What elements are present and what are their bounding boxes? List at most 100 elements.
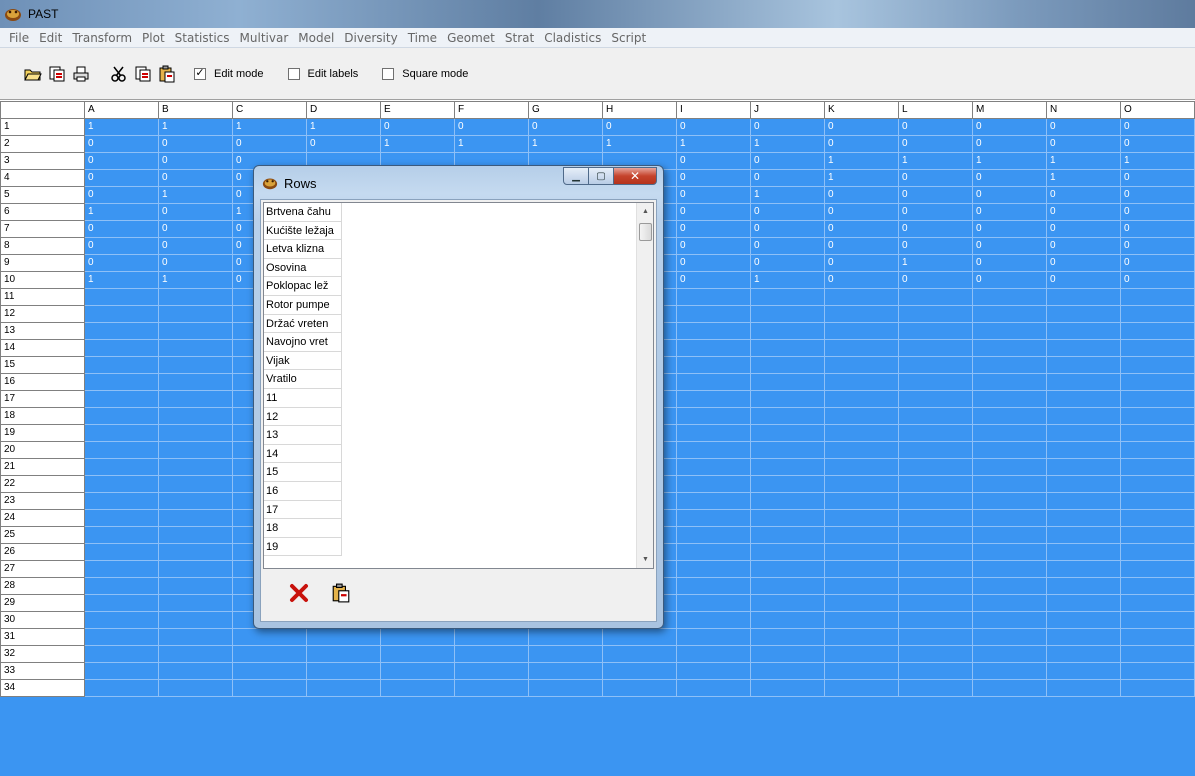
grid-cell[interactable]: [158, 475, 233, 493]
menu-diversity[interactable]: Diversity: [339, 31, 402, 45]
grid-cell[interactable]: [750, 305, 825, 323]
menu-plot[interactable]: Plot: [137, 31, 170, 45]
grid-cell[interactable]: 0: [1046, 203, 1121, 221]
grid-cell[interactable]: [676, 475, 751, 493]
grid-cell[interactable]: [676, 594, 751, 612]
maximize-button[interactable]: ▢: [588, 167, 614, 185]
cancel-button[interactable]: [281, 576, 317, 610]
grid-cell[interactable]: [824, 492, 899, 510]
grid-cell[interactable]: 0: [750, 220, 825, 238]
grid-cell[interactable]: [898, 492, 973, 510]
grid-cell[interactable]: [750, 356, 825, 374]
grid-cell[interactable]: [750, 492, 825, 510]
vertical-scrollbar[interactable]: ▲ ▼: [636, 203, 653, 568]
grid-cell[interactable]: 0: [84, 135, 159, 153]
grid-cell[interactable]: 0: [84, 237, 159, 255]
list-item[interactable]: 11: [264, 388, 342, 408]
grid-cell[interactable]: [898, 679, 973, 697]
row-header[interactable]: 20: [0, 441, 85, 459]
grid-cell[interactable]: [84, 356, 159, 374]
grid-cell[interactable]: 0: [1120, 271, 1195, 289]
grid-cell[interactable]: [528, 628, 603, 646]
grid-cell[interactable]: 0: [750, 203, 825, 221]
edit-mode-checkbox[interactable]: ✓ Edit mode: [194, 67, 264, 80]
grid-cell[interactable]: [158, 407, 233, 425]
column-header[interactable]: G: [528, 101, 603, 119]
row-header[interactable]: 28: [0, 577, 85, 595]
list-item[interactable]: Poklopac lež: [264, 277, 342, 296]
grid-cell[interactable]: [750, 407, 825, 425]
row-header[interactable]: 2: [0, 135, 85, 153]
grid-cell[interactable]: [824, 458, 899, 476]
grid-cell[interactable]: [824, 475, 899, 493]
grid-cell[interactable]: 0: [380, 118, 455, 136]
row-header[interactable]: 7: [0, 220, 85, 238]
menu-statistics[interactable]: Statistics: [170, 31, 235, 45]
grid-cell[interactable]: [676, 322, 751, 340]
row-header[interactable]: 25: [0, 526, 85, 544]
grid-cell[interactable]: [898, 577, 973, 595]
row-header[interactable]: 24: [0, 509, 85, 527]
grid-cell[interactable]: [898, 645, 973, 663]
grid-cell[interactable]: 0: [824, 220, 899, 238]
grid-cell[interactable]: 0: [824, 271, 899, 289]
grid-cell[interactable]: 0: [972, 237, 1047, 255]
grid-cell[interactable]: [380, 662, 455, 680]
grid-cell[interactable]: 1: [158, 271, 233, 289]
menu-strat[interactable]: Strat: [500, 31, 539, 45]
grid-cell[interactable]: [306, 628, 381, 646]
grid-cell[interactable]: [972, 679, 1047, 697]
grid-cell[interactable]: 1: [1046, 152, 1121, 170]
grid-cell[interactable]: 0: [1046, 254, 1121, 272]
grid-cell[interactable]: [1120, 441, 1195, 459]
grid-cell[interactable]: [1120, 407, 1195, 425]
grid-cell[interactable]: 0: [972, 220, 1047, 238]
grid-cell[interactable]: [750, 560, 825, 578]
column-header[interactable]: K: [824, 101, 899, 119]
grid-cell[interactable]: 1: [602, 135, 677, 153]
grid-cell[interactable]: [972, 662, 1047, 680]
grid-corner[interactable]: [0, 101, 85, 119]
grid-cell[interactable]: [528, 645, 603, 663]
grid-cell[interactable]: [84, 526, 159, 544]
row-header[interactable]: 31: [0, 628, 85, 646]
grid-cell[interactable]: [84, 305, 159, 323]
grid-cell[interactable]: 0: [528, 118, 603, 136]
grid-cell[interactable]: 1: [898, 254, 973, 272]
grid-cell[interactable]: [1046, 662, 1121, 680]
grid-cell[interactable]: 0: [972, 118, 1047, 136]
grid-cell[interactable]: [1046, 339, 1121, 357]
grid-cell[interactable]: [158, 305, 233, 323]
grid-cell[interactable]: [750, 339, 825, 357]
grid-cell[interactable]: [158, 560, 233, 578]
grid-cell[interactable]: 0: [1120, 135, 1195, 153]
grid-cell[interactable]: [1120, 611, 1195, 629]
grid-cell[interactable]: 0: [898, 203, 973, 221]
column-header[interactable]: F: [454, 101, 529, 119]
grid-cell[interactable]: [158, 390, 233, 408]
grid-cell[interactable]: [84, 441, 159, 459]
grid-cell[interactable]: [824, 509, 899, 527]
grid-cell[interactable]: 0: [84, 254, 159, 272]
grid-cell[interactable]: 0: [84, 220, 159, 238]
grid-cell[interactable]: [676, 628, 751, 646]
save-button[interactable]: [46, 63, 68, 85]
grid-cell[interactable]: [750, 543, 825, 561]
grid-cell[interactable]: [824, 390, 899, 408]
scroll-down-arrow-icon[interactable]: ▼: [637, 551, 653, 568]
grid-cell[interactable]: 0: [750, 237, 825, 255]
grid-cell[interactable]: [972, 441, 1047, 459]
grid-cell[interactable]: [84, 611, 159, 629]
grid-cell[interactable]: [232, 645, 307, 663]
list-item[interactable]: Držać vreten: [264, 314, 342, 334]
grid-cell[interactable]: [158, 373, 233, 391]
grid-cell[interactable]: [898, 594, 973, 612]
grid-cell[interactable]: [676, 373, 751, 391]
grid-cell[interactable]: [528, 679, 603, 697]
list-item[interactable]: 13: [264, 426, 342, 445]
grid-cell[interactable]: [898, 543, 973, 561]
grid-cell[interactable]: 0: [158, 152, 233, 170]
menu-script[interactable]: Script: [606, 31, 651, 45]
grid-cell[interactable]: [602, 628, 677, 646]
grid-cell[interactable]: [1046, 628, 1121, 646]
